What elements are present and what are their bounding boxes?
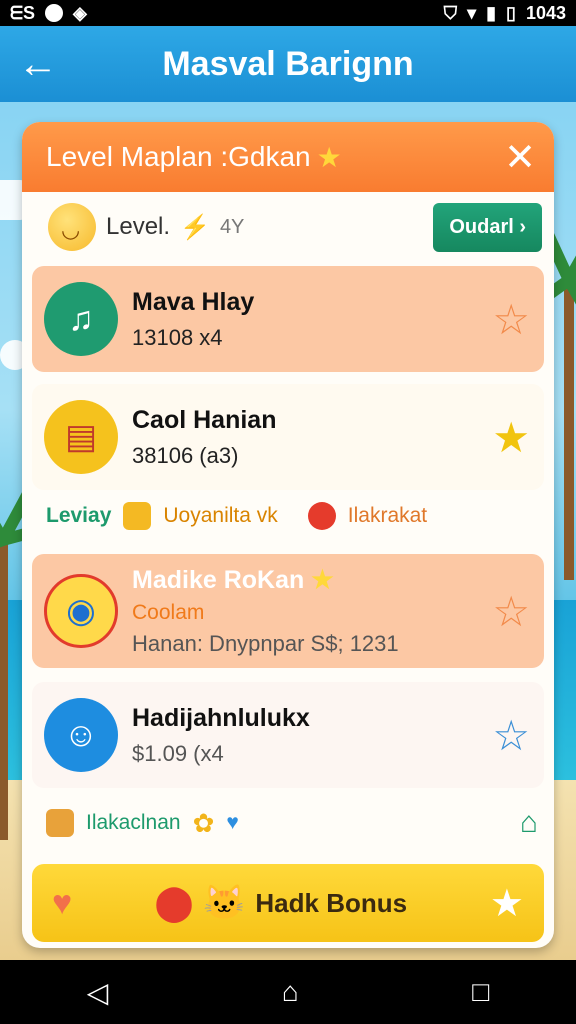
links-row: Leviay Uoyanilta vk Ilakrakat bbox=[46, 502, 526, 530]
cat-icon: 🐱 bbox=[203, 884, 246, 922]
level-label: Level. bbox=[106, 213, 171, 240]
status-left-text: ᗴS bbox=[10, 2, 36, 23]
link-uoyanilta[interactable]: Uoyanilta vk bbox=[163, 504, 277, 528]
nav-recents-icon[interactable]: □ bbox=[472, 976, 489, 1008]
clipboard-icon: ▤ bbox=[44, 400, 118, 474]
person-avatar-icon: ☺ bbox=[44, 698, 118, 772]
music-icon: ♫ bbox=[44, 282, 118, 356]
chest-icon bbox=[46, 809, 74, 837]
level-row: Level. ⚡ 4Y Oudarl › bbox=[22, 192, 554, 262]
status-time: 1043 bbox=[525, 2, 566, 23]
wifi-icon: ▾ bbox=[467, 2, 477, 23]
links-row: Ilakaclnan ✿ ♥ ⌂ bbox=[46, 806, 538, 840]
bonus-button[interactable]: ♥ ⬤ 🐱 Hadk Bonus ★ bbox=[32, 864, 544, 942]
pin-icon bbox=[307, 502, 336, 530]
app-notification-icon: ◈ bbox=[73, 2, 87, 23]
signal-icon: ▮ bbox=[486, 2, 497, 23]
star-icon[interactable]: ★ bbox=[490, 881, 524, 926]
star-outline-icon[interactable]: ☆ bbox=[492, 711, 530, 760]
map-pin-icon: ⬤ bbox=[155, 884, 194, 922]
shield-icon: ⛉ bbox=[443, 2, 458, 23]
notification-icon bbox=[45, 4, 64, 22]
navigation-bar: ◁ ⌂ □ bbox=[0, 960, 576, 1024]
level-card: Level Maplan :Gdkan ★ ✕ Level. ⚡ 4Y Ouda… bbox=[22, 122, 554, 948]
link-ilakrakat[interactable]: Ilakrakat bbox=[348, 504, 427, 528]
item-sub: 38106 (a3) bbox=[132, 442, 239, 468]
gold-bar-icon bbox=[123, 502, 152, 530]
star-icon: ★ bbox=[316, 141, 342, 173]
nav-home-icon[interactable]: ⌂ bbox=[282, 976, 299, 1008]
egg-icon: ◉ bbox=[44, 574, 118, 648]
list-item[interactable]: ▤ Caol Hanian 38106 (a3) ★ bbox=[32, 384, 544, 490]
list-item[interactable]: ♫ Mava Hlay 13108 x4 ☆ bbox=[32, 266, 544, 372]
item-name: Madike RoKan ★ bbox=[132, 566, 334, 594]
item-tag: Coolam bbox=[132, 601, 205, 624]
home-icon[interactable]: ⌂ bbox=[520, 806, 538, 840]
item-name: Caol Hanian bbox=[132, 405, 277, 434]
back-arrow-icon[interactable]: ← bbox=[0, 26, 76, 102]
star-icon: ★ bbox=[311, 566, 334, 594]
close-icon[interactable]: ✕ bbox=[504, 135, 536, 180]
bonus-label: Hadk Bonus bbox=[255, 887, 408, 918]
order-button-label: Oudarl bbox=[449, 215, 514, 238]
heart-icon: ♥ bbox=[226, 811, 239, 834]
card-title: Level Maplan :Gdkan bbox=[46, 141, 311, 172]
battery-icon: ▯ bbox=[506, 2, 516, 23]
list-item[interactable]: ◉ Madike RoKan ★ Coolam Hanan: Dnypnpar … bbox=[32, 554, 544, 668]
item-sub: Hanan: Dnypnpar S$; 1231 bbox=[132, 631, 399, 656]
item-name: Hadijahnlulukx bbox=[132, 703, 310, 732]
star-outline-icon[interactable]: ☆ bbox=[492, 295, 530, 344]
card-header: Level Maplan :Gdkan ★ ✕ bbox=[22, 122, 554, 192]
order-button[interactable]: Oudarl › bbox=[433, 202, 542, 252]
nav-back-icon[interactable]: ◁ bbox=[87, 976, 109, 1009]
smiley-icon bbox=[48, 203, 96, 251]
list-item[interactable]: ☺ Hadijahnlulukx $1.09 (x4 ☆ bbox=[32, 682, 544, 788]
app-bar: ← Masval Barignn bbox=[0, 26, 576, 102]
level-badge-icon: ⚡ bbox=[180, 213, 210, 241]
star-icon[interactable]: ★ bbox=[492, 413, 530, 462]
item-sub: 13108 x4 bbox=[132, 324, 223, 350]
cookie-icon: ✿ bbox=[192, 807, 215, 838]
link-ilakaclnan[interactable]: Ilakaclnan bbox=[86, 811, 181, 835]
level-value: 4Y bbox=[219, 215, 245, 238]
star-outline-icon[interactable]: ☆ bbox=[492, 587, 530, 636]
link-leviay[interactable]: Leviay bbox=[46, 504, 111, 528]
status-bar: ᗴS ◈ ⛉ ▾ ▮ ▯ 1043 bbox=[0, 0, 576, 26]
item-sub: $1.09 (x4 bbox=[132, 740, 224, 766]
item-name: Mava Hlay bbox=[132, 287, 255, 316]
page-title: Masval Barignn bbox=[162, 44, 414, 83]
heart-icon: ♥ bbox=[52, 883, 73, 922]
